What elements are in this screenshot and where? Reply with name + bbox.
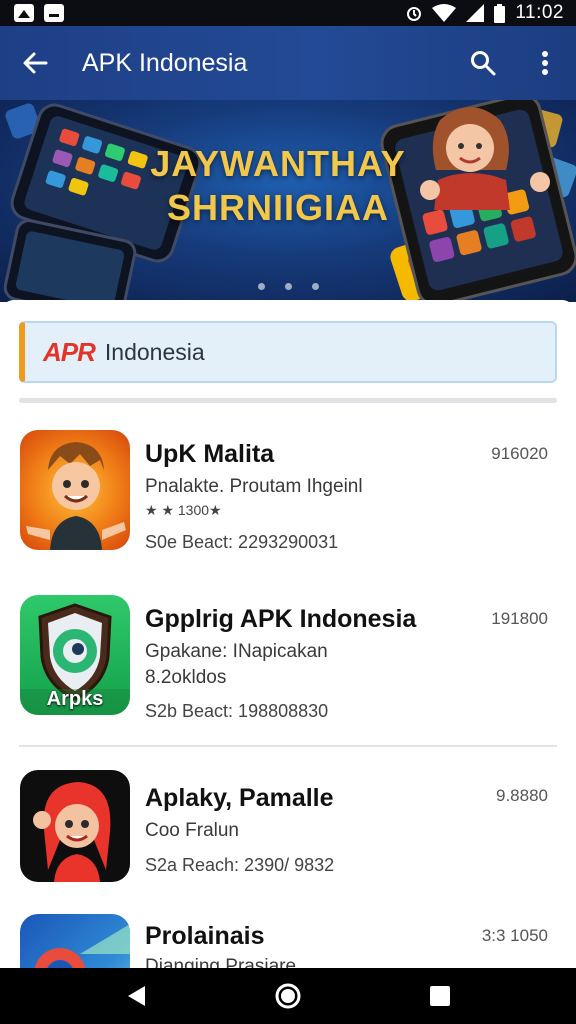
app-name: Prolainais: [145, 922, 265, 950]
nav-recents-button[interactable]: [410, 968, 470, 1024]
more-vert-icon: [542, 51, 548, 75]
app-icon: [20, 430, 130, 550]
app-size: 3:3 1050: [481, 926, 548, 945]
wifi-icon: [432, 4, 457, 22]
system-nav-bar: [0, 968, 576, 1024]
app-list-item[interactable]: Aplaky, Pamalle 9.8880 Coo Fralun S2a Re…: [0, 770, 576, 910]
nav-back-button[interactable]: [106, 968, 166, 1024]
app-icon: [20, 770, 130, 882]
signal-icon: [466, 4, 485, 22]
divider: [19, 398, 557, 403]
app-meta: S0e Beact: 2293290031: [145, 532, 339, 552]
app-subtitle: Coo Fralun: [145, 820, 239, 841]
cartoon-boy-icon: [26, 442, 126, 550]
app-size: 916020: [491, 444, 548, 463]
banner-title-line1: JAYWANTHAY: [150, 143, 406, 184]
app-rating: ★ ★ 1300★: [145, 502, 222, 518]
app-name: Gpplrig APK Indonesia: [145, 605, 417, 633]
app-subtitle: Pnalakte. Proutam Ihgeinl: [145, 476, 363, 497]
banner-title-line2: SHRNIIGIAA: [166, 187, 389, 228]
app-subtitle-secondary: 8.2okldos: [145, 667, 227, 688]
more-options-button[interactable]: [514, 26, 576, 100]
app-list-item[interactable]: Prolainais 3:3 1050 Dianging Prasiare: [0, 914, 576, 968]
battery-icon: [494, 3, 506, 23]
app-list-item[interactable]: UpK Malita 916020 Pnalakte. Proutam Ihge…: [0, 430, 576, 570]
back-button[interactable]: [0, 26, 70, 100]
page-dot[interactable]: [311, 283, 319, 290]
cartoon-girl-icon: [33, 782, 111, 882]
page-dot[interactable]: [284, 283, 292, 290]
arrow-back-icon: [23, 52, 48, 74]
app-meta: S2a Reach: 2390/ 9832: [145, 855, 335, 875]
app-name: UpK Malita: [145, 440, 275, 468]
message-icon: [44, 4, 64, 22]
status-right: 11:02: [406, 2, 564, 24]
search-icon: [471, 51, 496, 76]
app-list-item[interactable]: Arpks Gpplrig APK Indonesia 191800 Gpaka…: [0, 595, 576, 735]
search-button[interactable]: [452, 26, 514, 100]
app-icon: [20, 914, 130, 968]
banner-title: JAYWANTHAY SHRNIIGIAA: [0, 142, 576, 230]
app-icon: Arpks: [20, 595, 130, 715]
home-circle-icon: [275, 983, 301, 1009]
status-time: 11:02: [515, 2, 564, 23]
app-bar: APK Indonesia: [0, 26, 576, 100]
page-dot[interactable]: [257, 283, 265, 290]
image-icon: [14, 4, 34, 22]
promo-banner[interactable]: JAYWANTHAY SHRNIIGIAA: [0, 100, 576, 302]
app-meta: S2b Beact: 198808830: [145, 701, 329, 721]
nav-home-button[interactable]: [258, 968, 318, 1024]
content-sheet: APR Indonesia UpK Malita 916020 Pnalakte…: [0, 300, 576, 968]
app-size: 9.8880: [496, 786, 548, 805]
search-text: Indonesia: [104, 338, 205, 365]
search-logo: APR: [43, 336, 96, 367]
status-bar: 11:02: [0, 0, 576, 26]
app-subtitle: Gpakane: INapicakan: [145, 641, 328, 662]
app-title: APK Indonesia: [82, 48, 248, 77]
app-subtitle: Dianging Prasiare: [145, 956, 297, 968]
alarm-icon: [407, 7, 422, 21]
search-bar[interactable]: APR Indonesia: [19, 321, 557, 383]
recents-square-icon: [430, 986, 450, 1006]
divider: [19, 745, 557, 747]
back-triangle-icon: [128, 986, 145, 1006]
app-icon-label: Arpks: [46, 688, 104, 710]
banner-page-dots: [0, 283, 576, 290]
status-left: [14, 4, 64, 22]
app-size: 191800: [491, 609, 548, 628]
app-name: Aplaky, Pamalle: [145, 784, 334, 812]
swirl-icon: [34, 924, 130, 968]
